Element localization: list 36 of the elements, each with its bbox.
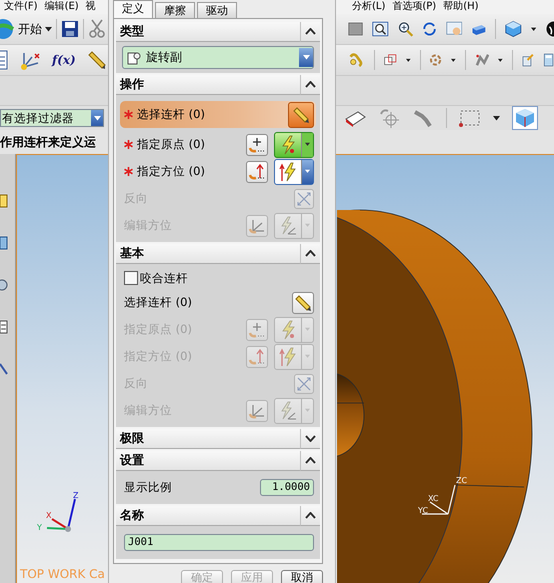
section-header[interactable]: 名称 — [116, 506, 300, 526]
section-header[interactable]: 操作 — [116, 75, 300, 95]
step-label: 指定原点 (0) — [137, 137, 205, 152]
tab[interactable]: 摩擦 — [155, 2, 195, 18]
menu-item[interactable]: 分析(L) — [352, 0, 386, 14]
formula-button[interactable]: f(x) — [52, 53, 76, 67]
axis-label: YC — [418, 506, 428, 515]
active-step-row[interactable]: 选择连杆 (0) — [120, 101, 316, 128]
axis-label: Z — [73, 491, 78, 500]
menu-item[interactable]: 视 — [86, 0, 96, 14]
step-label: 指定方位 (0) — [137, 164, 205, 179]
section-header[interactable]: 基本 — [116, 244, 300, 264]
tab[interactable]: 定义 — [113, 0, 153, 18]
field-label: 显示比例 — [124, 480, 172, 495]
start-button[interactable]: 开始 — [18, 20, 52, 38]
section-header[interactable]: 设置 — [116, 451, 300, 471]
menu-item[interactable]: 帮助(H) — [443, 0, 479, 14]
checkbox-label: 咬合连杆 — [140, 270, 188, 286]
section-header[interactable]: 类型 — [116, 22, 300, 42]
menu-item[interactable]: 编辑(E) — [44, 0, 79, 14]
view-label: TOP WORK Ca — [20, 567, 105, 581]
axis-label: XC — [428, 494, 438, 503]
name-field[interactable]: J001 — [124, 534, 314, 551]
scale-field[interactable]: 1.0000 — [260, 479, 314, 496]
axis-label: ZC — [456, 476, 468, 485]
axis-label: X — [46, 511, 52, 520]
tab[interactable]: 驱动 — [197, 2, 237, 18]
section-header[interactable]: 极限 — [116, 429, 300, 449]
menu-item[interactable]: 文件(F) — [4, 0, 38, 14]
step-label: 选择连杆 (0) — [124, 295, 192, 310]
type-dropdown[interactable]: 旋转副 — [122, 46, 314, 69]
dialog-button[interactable]: 取消 — [281, 570, 323, 583]
step-label: 选择连杆 (0) — [137, 107, 205, 122]
menu-item[interactable]: 首选项(P) — [392, 0, 436, 14]
axis-label: Y — [37, 523, 42, 532]
selection-filter-dropdown[interactable]: 有选择过滤器 — [0, 109, 104, 127]
